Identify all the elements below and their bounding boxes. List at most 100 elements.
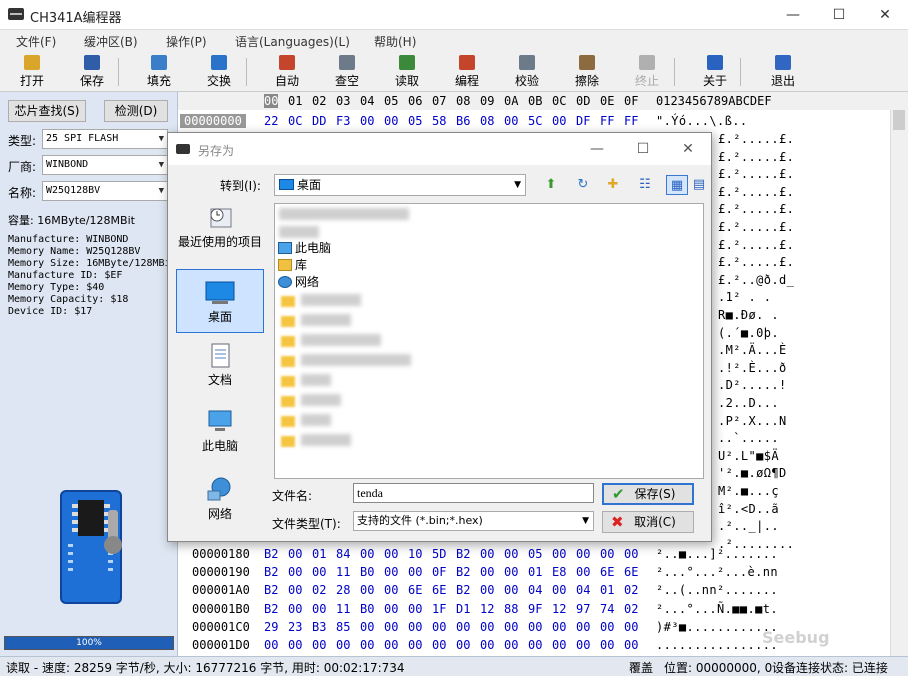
hex-byte[interactable]: 6E <box>408 583 422 597</box>
hex-byte[interactable]: 00 <box>408 602 422 616</box>
hex-byte[interactable]: B2 <box>264 547 278 561</box>
hex-byte[interactable]: B2 <box>264 565 278 579</box>
hex-byte[interactable]: 00 <box>384 620 398 634</box>
hex-byte[interactable]: 02 <box>312 583 326 597</box>
dialog-maximize-button[interactable]: ☐ <box>620 133 666 165</box>
hex-byte[interactable]: 0F <box>432 565 446 579</box>
hex-byte[interactable]: 05 <box>528 547 542 561</box>
filetype-select[interactable]: 支持的文件 (*.bin;*.hex) ▼ <box>353 511 594 531</box>
hex-byte[interactable]: 12 <box>552 602 566 616</box>
hex-byte[interactable]: 00 <box>600 638 614 652</box>
hex-byte[interactable]: 00 <box>432 620 446 634</box>
hex-byte[interactable]: 00 <box>288 565 302 579</box>
hex-byte[interactable]: 00 <box>552 583 566 597</box>
cancel-button[interactable]: ✖ 取消(C) <box>602 511 694 533</box>
hex-byte[interactable]: 00 <box>384 602 398 616</box>
toolbar-button-4[interactable]: 自动 <box>261 52 313 92</box>
hex-byte[interactable]: D1 <box>456 602 470 616</box>
toolbar-button-8[interactable]: 校验 <box>501 52 553 92</box>
file-item-network[interactable]: 网络 <box>277 274 319 291</box>
hex-byte[interactable]: 00 <box>504 638 518 652</box>
file-item-library[interactable]: 库 <box>277 257 307 274</box>
menu-language[interactable]: 语言(Languages)(L) <box>235 33 350 50</box>
dialog-minimize-button[interactable]: — <box>574 133 620 165</box>
hex-row[interactable]: 00000000 22 0C DD F3 00 00 05 58 B6 08 00 5C 00 DF FF FF… <box>178 112 890 130</box>
hex-row[interactable]: 000001A0 B2 00 02 28 00 00 6E 6E B2 00 00 04 00 04 01 02… <box>178 581 890 599</box>
hex-byte[interactable]: 00 <box>624 620 638 634</box>
hex-byte[interactable]: 12 <box>480 602 494 616</box>
hex-byte[interactable]: 5C <box>528 114 542 128</box>
hex-row[interactable]: 00000190 B2 00 00 11 B0 00 00 0F B2 00 00 01 E8 00 6E 6E… <box>178 563 890 581</box>
toolbar-button-7[interactable]: 编程 <box>441 52 493 92</box>
hex-byte[interactable]: 01 <box>528 565 542 579</box>
hex-byte[interactable]: 28 <box>336 583 350 597</box>
hex-byte[interactable]: 00 <box>480 547 494 561</box>
hex-byte[interactable]: 00 <box>408 565 422 579</box>
hex-byte[interactable]: 1F <box>432 602 446 616</box>
hex-byte[interactable]: 01 <box>600 583 614 597</box>
up-folder-icon[interactable]: ↻ <box>572 175 594 195</box>
hex-byte[interactable]: 00 <box>312 565 326 579</box>
menu-operation[interactable]: 操作(P) <box>166 33 207 50</box>
new-folder-icon[interactable]: ✚ <box>602 175 624 195</box>
filename-input[interactable]: tenda <box>353 483 594 503</box>
hex-byte[interactable]: 6E <box>600 565 614 579</box>
hex-byte[interactable]: 00 <box>360 114 374 128</box>
hex-byte[interactable]: 00 <box>600 620 614 634</box>
hex-byte[interactable]: 00 <box>312 602 326 616</box>
hex-byte[interactable]: DF <box>576 114 590 128</box>
hex-byte[interactable]: 00 <box>312 638 326 652</box>
hex-byte[interactable]: 23 <box>288 620 302 634</box>
hex-byte[interactable]: 22 <box>264 114 278 128</box>
hex-byte[interactable]: 00 <box>432 638 446 652</box>
hex-byte[interactable]: 00 <box>552 620 566 634</box>
hex-byte[interactable]: 29 <box>264 620 278 634</box>
hex-byte[interactable]: 00 <box>360 638 374 652</box>
chip-type-select[interactable]: 25 SPI FLASH ▼ <box>42 129 168 149</box>
hex-byte[interactable]: 00 <box>384 638 398 652</box>
hex-byte[interactable]: B2 <box>456 583 470 597</box>
hex-byte[interactable]: 00 <box>288 638 302 652</box>
hex-byte[interactable]: 00 <box>456 638 470 652</box>
hex-byte[interactable]: 00 <box>408 638 422 652</box>
detect-button[interactable]: 检测(D) <box>104 100 168 122</box>
hex-byte[interactable]: FF <box>624 114 638 128</box>
hex-byte[interactable]: F3 <box>336 114 350 128</box>
hex-byte[interactable]: 00 <box>384 565 398 579</box>
place-recent[interactable]: 最近使用的项目 <box>176 203 264 267</box>
hex-row[interactable]: 000001B0 B2 00 00 11 B0 00 00 1F D1 12 88 9F 12 97 74 02… <box>178 600 890 618</box>
hex-byte[interactable]: 9F <box>528 602 542 616</box>
hex-byte[interactable]: 00 <box>552 114 566 128</box>
hex-byte[interactable]: 00 <box>552 638 566 652</box>
hex-byte[interactable]: 08 <box>480 114 494 128</box>
view-details-icon[interactable]: ☷ <box>634 175 656 195</box>
toolbar-button-5[interactable]: 查空 <box>321 52 373 92</box>
hex-byte[interactable]: 74 <box>600 602 614 616</box>
lookin-select[interactable]: 桌面 ▼ <box>274 174 526 196</box>
hex-byte[interactable]: DD <box>312 114 326 128</box>
hex-byte[interactable]: 00 <box>504 114 518 128</box>
hex-byte[interactable]: 00 <box>624 547 638 561</box>
hex-byte[interactable]: 00 <box>384 114 398 128</box>
file-item-this-pc[interactable]: 此电脑 <box>277 240 331 257</box>
hex-byte[interactable]: B2 <box>456 565 470 579</box>
hex-byte[interactable]: 01 <box>312 547 326 561</box>
hex-byte[interactable]: 0C <box>288 114 302 128</box>
hex-byte[interactable]: 04 <box>576 583 590 597</box>
hex-byte[interactable]: B2 <box>264 602 278 616</box>
hex-byte[interactable]: B3 <box>312 620 326 634</box>
hex-byte[interactable]: 00 <box>288 547 302 561</box>
place-documents[interactable]: 文档 <box>176 341 264 405</box>
place-network[interactable]: 网络 <box>176 475 264 531</box>
hex-byte[interactable]: 6E <box>432 583 446 597</box>
hex-byte[interactable]: 00 <box>480 565 494 579</box>
hex-byte[interactable]: 00 <box>384 547 398 561</box>
hex-byte[interactable]: 00 <box>528 638 542 652</box>
chip-name-select[interactable]: W25Q128BV ▼ <box>42 181 168 201</box>
hex-byte[interactable]: 6E <box>624 565 638 579</box>
hex-byte[interactable]: 11 <box>336 565 350 579</box>
menu-file[interactable]: 文件(F) <box>16 33 56 50</box>
hex-byte[interactable]: B0 <box>360 565 374 579</box>
toolbar-button-10[interactable]: 终止 <box>621 52 673 92</box>
hex-byte[interactable]: 00 <box>456 620 470 634</box>
